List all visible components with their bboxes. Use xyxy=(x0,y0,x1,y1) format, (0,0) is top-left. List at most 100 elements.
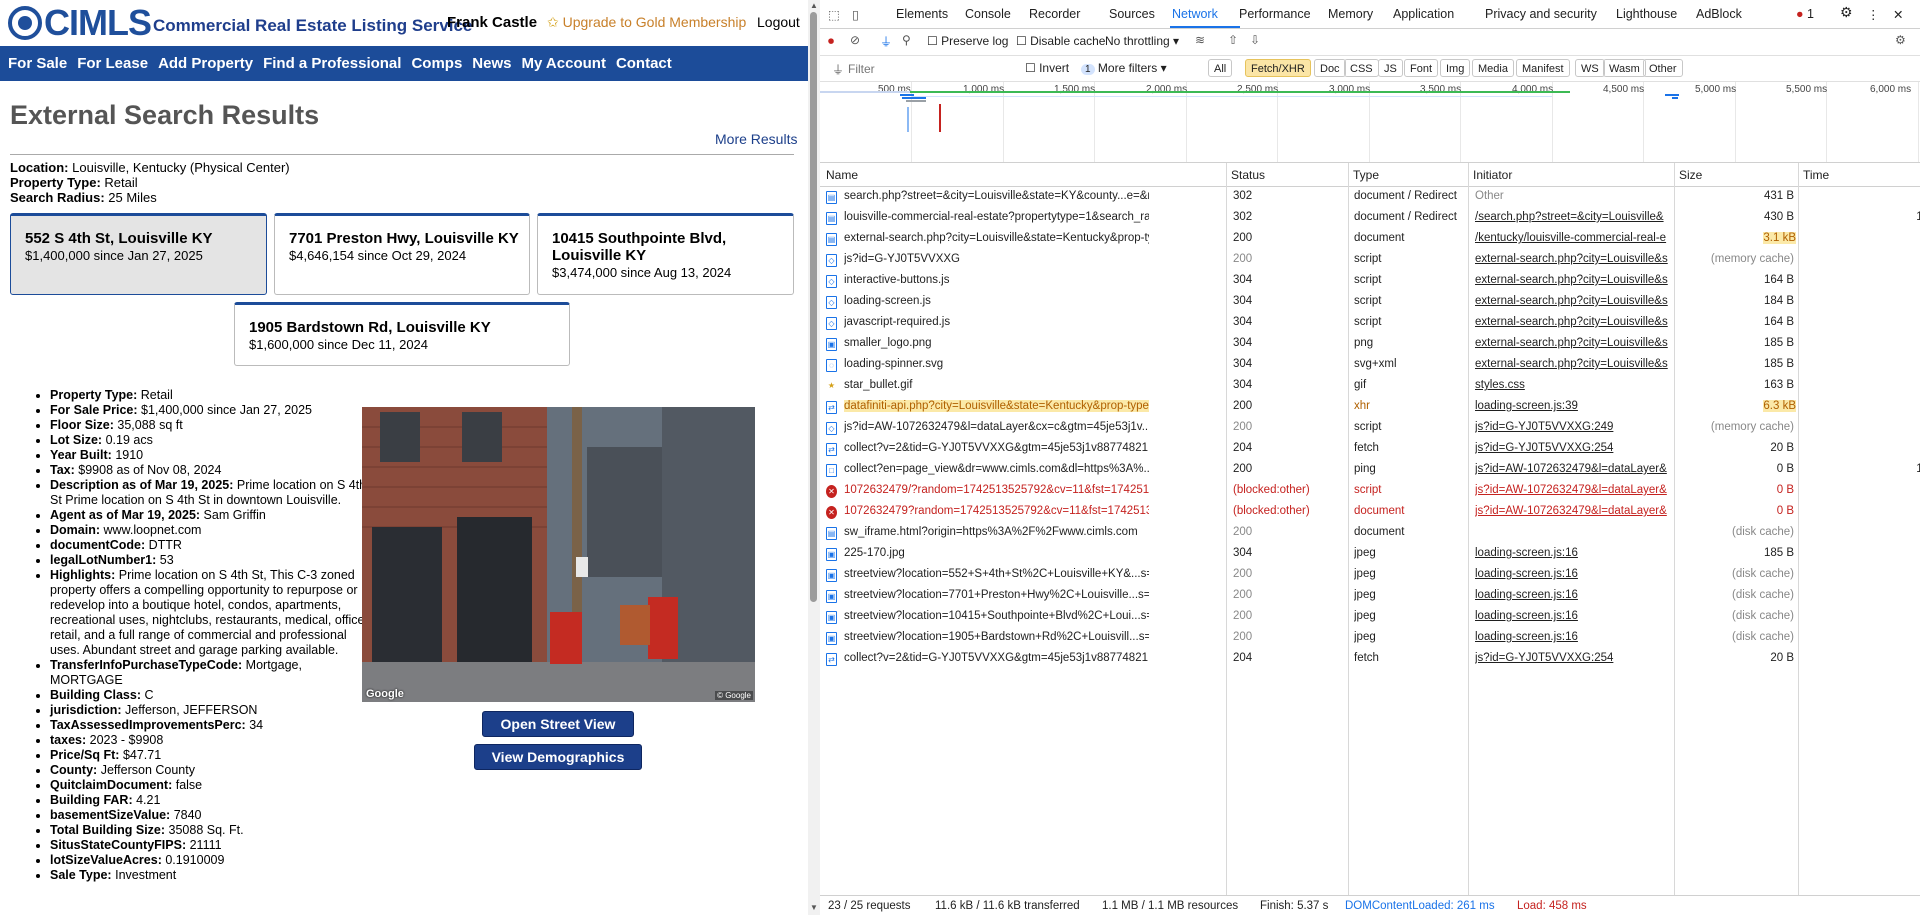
nav-for-sale[interactable]: For Sale xyxy=(8,55,67,72)
view-demographics-button[interactable]: View Demographics xyxy=(474,744,642,770)
network-conditions-icon[interactable]: ≋ xyxy=(1195,33,1205,47)
request-initiator[interactable]: external-search.php?city=Louisville&s xyxy=(1475,358,1680,370)
request-initiator[interactable]: external-search.php?city=Louisville&s xyxy=(1475,295,1680,307)
request-initiator[interactable]: Other xyxy=(1475,190,1680,202)
filter-input[interactable] xyxy=(846,59,980,79)
tab-console[interactable]: Console xyxy=(965,7,1011,21)
network-request-row[interactable]: ▤ louisville-commercial-real-estate?prope… xyxy=(820,208,1920,229)
nav-for-lease[interactable]: For Lease xyxy=(77,55,148,72)
network-timeline-overview[interactable]: 500 ms 1,000 ms 1,500 ms 2,000 ms 2,500 … xyxy=(820,82,1920,163)
network-request-row[interactable]: ▣ smaller_logo.png 304 png external-search.p… xyxy=(820,334,1920,355)
request-initiator[interactable]: js?id=G-YJ0T5VVXXG:254 xyxy=(1475,442,1680,454)
request-initiator[interactable]: styles.css xyxy=(1475,379,1680,391)
request-initiator[interactable]: js?id=AW-1072632479&l=dataLayer& xyxy=(1475,505,1680,517)
request-initiator[interactable]: loading-screen.js:39 xyxy=(1475,400,1680,412)
tab-elements[interactable]: Elements xyxy=(896,7,948,21)
network-request-row[interactable]: ◇ loading-screen.js 304 script external-sear… xyxy=(820,292,1920,313)
request-initiator[interactable]: external-search.php?city=Louisville&s xyxy=(1475,316,1680,328)
throttling-select[interactable]: No throttling ▾ xyxy=(1105,34,1179,48)
network-request-row[interactable]: ✕ 1072632479/?random=1742513525792&cv=11&… xyxy=(820,481,1920,502)
col-initiator[interactable]: Initiator xyxy=(1473,168,1512,182)
nav-my-account[interactable]: My Account xyxy=(521,55,605,72)
tab-network[interactable]: Network xyxy=(1172,7,1218,21)
filter-funnel-icon[interactable]: ⏚ xyxy=(880,33,892,50)
site-logo[interactable]: CIMLS xyxy=(8,2,152,44)
network-request-row[interactable]: ★ star_bullet.gif 304 gif styles.css 163 B63 … xyxy=(820,376,1920,397)
request-initiator[interactable]: loading-screen.js:16 xyxy=(1475,631,1680,643)
col-status[interactable]: Status xyxy=(1231,168,1265,182)
more-filters-dropdown[interactable]: 1 More filters ▾ xyxy=(1081,61,1167,75)
scroll-up-arrow-icon[interactable]: ▲ xyxy=(810,1,818,10)
type-filter-font[interactable]: Font xyxy=(1404,59,1439,77)
nav-news[interactable]: News xyxy=(472,55,511,72)
tab-lighthouse[interactable]: Lighthouse xyxy=(1616,7,1677,21)
inspect-element-icon[interactable]: ⬚ xyxy=(828,7,840,22)
network-request-row[interactable]: ◇ js?id=AW-1072632479&l=dataLayer&cx=c&gt… xyxy=(820,418,1920,439)
network-request-row[interactable]: □ collect?en=page_view&dr=www.cimls.com&d… xyxy=(820,460,1920,481)
tab-privacy-security[interactable]: Privacy and security xyxy=(1485,7,1597,21)
type-filter-img[interactable]: Img xyxy=(1440,59,1471,77)
settings-gear-icon[interactable]: ⚙ xyxy=(1840,4,1853,21)
network-request-row[interactable]: ⇄ collect?v=2&tid=G-YJ0T5VVXXG&gtm=45je53… xyxy=(820,439,1920,460)
request-initiator[interactable]: external-search.php?city=Louisville&s xyxy=(1475,274,1680,286)
type-filter-fetch-xhr[interactable]: Fetch/XHR xyxy=(1245,59,1311,77)
col-size[interactable]: Size xyxy=(1679,168,1702,182)
network-request-row[interactable]: ▤ search.php?street=&city=Louisville&stat… xyxy=(820,187,1920,208)
request-initiator[interactable]: external-search.php?city=Louisville&s xyxy=(1475,337,1680,349)
result-card-3[interactable]: 10415 Southpointe Blvd, Louisville KY $3… xyxy=(537,213,794,295)
type-filter-media[interactable]: Media xyxy=(1472,59,1514,77)
network-request-row[interactable]: ✕ 1072632479?random=1742513525792&cv=11&f… xyxy=(820,502,1920,523)
result-card-1[interactable]: 552 S 4th St, Louisville KY $1,400,000 s… xyxy=(10,213,267,295)
type-filter-ws[interactable]: WS xyxy=(1575,59,1605,77)
disable-cache-checkbox[interactable]: ☐ Disable cache xyxy=(1016,34,1105,48)
request-initiator[interactable]: loading-screen.js:16 xyxy=(1475,547,1680,559)
more-options-icon[interactable]: ⋮ xyxy=(1867,7,1880,22)
tab-sources[interactable]: Sources xyxy=(1109,7,1155,21)
error-counter[interactable]: ● 1 xyxy=(1796,7,1814,21)
col-time[interactable]: Time xyxy=(1803,168,1829,182)
col-type[interactable]: Type xyxy=(1353,168,1379,182)
request-initiator[interactable]: loading-screen.js:16 xyxy=(1475,610,1680,622)
preserve-log-checkbox[interactable]: ☐ Preserve log xyxy=(927,34,1008,48)
record-icon[interactable]: ⏺ xyxy=(828,34,834,49)
request-initiator[interactable]: js?id=AW-1072632479&l=dataLayer& xyxy=(1475,463,1680,475)
scroll-down-arrow-icon[interactable]: ▼ xyxy=(810,903,818,912)
type-filter-manifest[interactable]: Manifest xyxy=(1516,59,1570,77)
tab-performance[interactable]: Performance xyxy=(1239,7,1311,21)
request-initiator[interactable]: js?id=AW-1072632479&l=dataLayer& xyxy=(1475,484,1680,496)
network-request-row[interactable]: ◇ javascript-required.js 304 script external… xyxy=(820,313,1920,334)
request-initiator[interactable]: /kentucky/louisville-commercial-real-e xyxy=(1475,232,1680,244)
type-filter-doc[interactable]: Doc xyxy=(1314,59,1346,77)
close-devtools-icon[interactable]: ✕ xyxy=(1893,7,1903,22)
open-street-view-button[interactable]: Open Street View xyxy=(482,711,634,737)
request-initiator[interactable]: js?id=G-YJ0T5VVXXG:254 xyxy=(1475,652,1680,664)
request-initiator[interactable]: js?id=G-YJ0T5VVXXG:249 xyxy=(1475,421,1680,433)
page-scrollbar-thumb[interactable] xyxy=(810,12,817,602)
nav-find-professional[interactable]: Find a Professional xyxy=(263,55,401,72)
col-name[interactable]: Name xyxy=(826,168,858,182)
type-filter-js[interactable]: JS xyxy=(1378,59,1403,77)
search-icon[interactable]: ⚲ xyxy=(902,33,911,47)
type-filter-css[interactable]: CSS xyxy=(1344,59,1379,77)
tab-application[interactable]: Application xyxy=(1393,7,1454,21)
type-filter-all[interactable]: All xyxy=(1208,59,1233,77)
tab-recorder[interactable]: Recorder xyxy=(1029,7,1080,21)
network-request-row[interactable]: ▤ external-search.php?city=Louisville&sta… xyxy=(820,229,1920,250)
request-initiator[interactable]: loading-screen.js:16 xyxy=(1475,568,1680,580)
export-har-icon[interactable]: ⇩ xyxy=(1250,33,1260,47)
nav-comps[interactable]: Comps xyxy=(411,55,462,72)
import-har-icon[interactable]: ⇧ xyxy=(1228,33,1238,47)
device-toolbar-icon[interactable]: ▯ xyxy=(852,7,859,22)
nav-add-property[interactable]: Add Property xyxy=(158,55,253,72)
street-view-image[interactable]: Google © Google xyxy=(362,407,755,702)
network-request-row[interactable]: ▣ streetview?location=552+S+4th+St%2C+Lou… xyxy=(820,565,1920,586)
network-request-row[interactable]: ▣ streetview?location=10415+Southpointe+B… xyxy=(820,607,1920,628)
more-results-link[interactable]: More Results xyxy=(715,131,797,147)
type-filter-other[interactable]: Other xyxy=(1643,59,1683,77)
network-request-row[interactable]: ▤ sw_iframe.html?origin=https%3A%2F%2Fwww… xyxy=(820,523,1920,544)
network-request-row[interactable]: ⇄ datafiniti-api.php?city=Louisville&stat… xyxy=(820,397,1920,418)
request-initiator[interactable]: loading-screen.js:16 xyxy=(1475,589,1680,601)
network-request-row[interactable]: ▣ streetview?location=1905+Bardstown+Rd%2… xyxy=(820,628,1920,649)
result-card-2[interactable]: 7701 Preston Hwy, Louisville KY $4,646,1… xyxy=(274,213,530,295)
tab-adblock[interactable]: AdBlock xyxy=(1696,7,1742,21)
